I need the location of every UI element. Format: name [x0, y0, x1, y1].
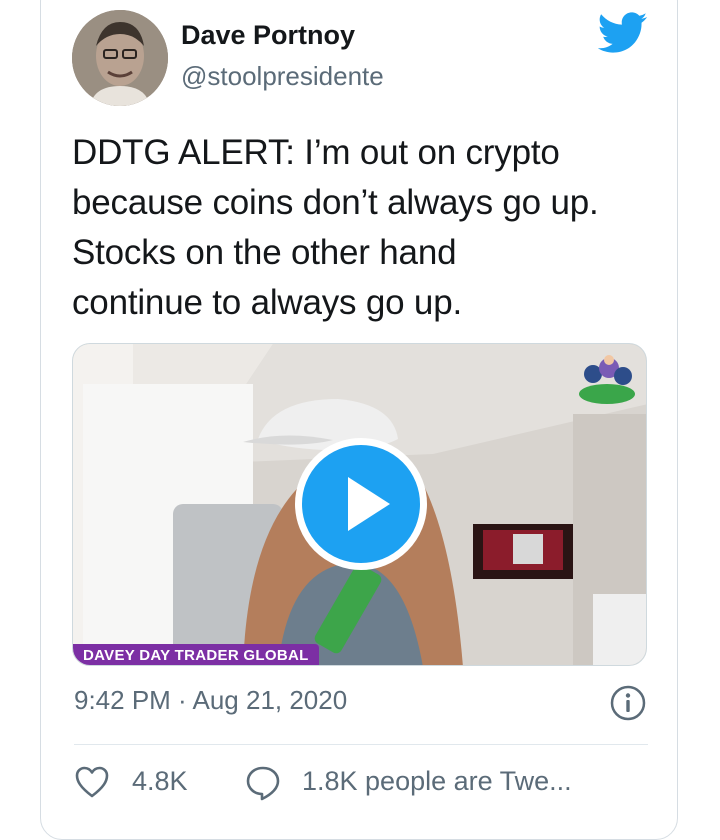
tweet-text-line-1: DDTG ALERT: I’m out on crypto: [72, 133, 560, 172]
comment-bubble-icon[interactable]: [244, 764, 282, 802]
channel-logo-icon: [579, 355, 635, 404]
tweet-text-line-2: because coins don’t always go up.: [72, 183, 599, 222]
avatar[interactable]: [72, 10, 168, 106]
tweet-timestamp[interactable]: 9:42 PM · Aug 21, 2020: [74, 685, 347, 716]
tweet-text-line-3: Stocks on the other hand: [72, 233, 457, 272]
author-name[interactable]: Dave Portnoy: [181, 20, 355, 51]
author-handle[interactable]: @stoolpresidente: [181, 61, 384, 92]
reply-count-text[interactable]: 1.8K people are Twe...: [302, 766, 572, 797]
like-count[interactable]: 4.8K: [132, 766, 188, 797]
video-banner: DAVEY DAY TRADER GLOBAL: [73, 644, 319, 665]
play-icon: [348, 477, 390, 531]
video-thumbnail[interactable]: DAVEY DAY TRADER GLOBAL: [72, 343, 647, 666]
tweet-text-line-4: continue to always go up.: [72, 283, 462, 322]
info-icon[interactable]: [610, 685, 646, 721]
heart-icon[interactable]: [74, 764, 110, 800]
twitter-bird-icon: [598, 12, 648, 53]
tweet-text: DDTG ALERT: I’m out on crypto because co…: [72, 128, 682, 328]
divider: [74, 744, 648, 745]
play-button[interactable]: [295, 438, 427, 570]
